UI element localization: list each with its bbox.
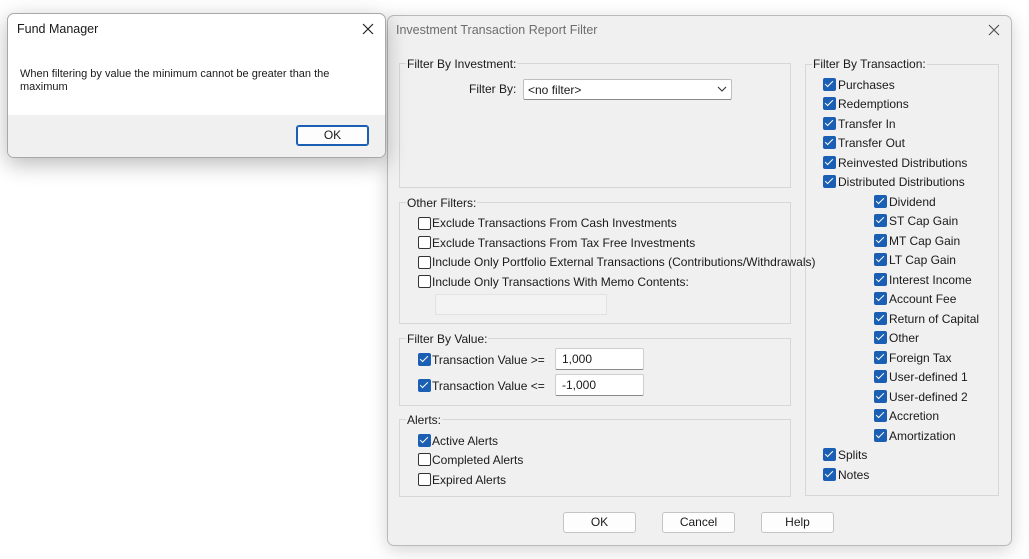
accretion-label: Accretion: [889, 409, 940, 423]
accretion-checkbox[interactable]: [874, 409, 887, 422]
account-fee-checkbox[interactable]: [874, 292, 887, 305]
message-box-close-button[interactable]: [357, 18, 379, 40]
interest-income-label: Interest Income: [889, 273, 972, 287]
return-of-capital-checkbox[interactable]: [874, 312, 887, 325]
expired-alerts-checkbox[interactable]: [418, 473, 431, 486]
redemptions-checkbox[interactable]: [823, 97, 836, 110]
chevron-down-icon: [717, 86, 727, 92]
completed-alerts-label: Completed Alerts: [432, 453, 524, 467]
memo-contents-label: Include Only Transactions With Memo Cont…: [432, 275, 689, 289]
purchases-checkbox[interactable]: [823, 78, 836, 91]
lt-cap-gain-label: LT Cap Gain: [889, 253, 956, 267]
transfer-in-checkbox[interactable]: [823, 117, 836, 130]
cancel-button[interactable]: Cancel: [662, 512, 735, 533]
dividend-checkbox[interactable]: [874, 195, 887, 208]
filter-by-investment-label: Filter By Investment:: [406, 57, 518, 71]
account-fee-label: Account Fee: [889, 292, 957, 306]
notes-label: Notes: [838, 468, 870, 482]
splits-checkbox[interactable]: [823, 448, 836, 461]
exclude-tax-free-checkbox[interactable]: [418, 236, 431, 249]
alerts-label: Alerts:: [406, 413, 443, 427]
st-cap-gain-label: ST Cap Gain: [889, 214, 959, 228]
distributed-distributions-label: Distributed Distributions: [838, 175, 965, 189]
filter-by-value-label: Filter By Value:: [406, 332, 489, 346]
reinvested-distributions-checkbox[interactable]: [823, 156, 836, 169]
filter-by-label: Filter By:: [469, 82, 517, 96]
filter-by-transaction-label: Filter By Transaction:: [812, 57, 927, 71]
amortization-checkbox[interactable]: [874, 429, 887, 442]
other-label: Other: [889, 331, 920, 345]
memo-contents-field[interactable]: [435, 294, 607, 315]
exclude-tax-free-label: Exclude Transactions From Tax Free Inves…: [432, 236, 696, 250]
user-defined-2-label: User-defined 2: [889, 390, 968, 404]
ok-button[interactable]: OK: [563, 512, 636, 533]
max-value-checkbox[interactable]: [418, 379, 431, 392]
message-ok-button[interactable]: OK: [296, 125, 369, 146]
user-defined-1-label: User-defined 1: [889, 370, 968, 384]
lt-cap-gain-checkbox[interactable]: [874, 253, 887, 266]
user-defined-1-checkbox[interactable]: [874, 370, 887, 383]
splits-label: Splits: [838, 448, 868, 462]
other-checkbox[interactable]: [874, 331, 887, 344]
external-transactions-checkbox[interactable]: [418, 256, 431, 269]
min-value-label: Transaction Value >=: [432, 353, 545, 367]
transfer-out-checkbox[interactable]: [823, 136, 836, 149]
notes-checkbox[interactable]: [823, 468, 836, 481]
external-transactions-label: Include Only Portfolio External Transact…: [432, 255, 816, 269]
return-of-capital-label: Return of Capital: [889, 312, 980, 326]
st-cap-gain-checkbox[interactable]: [874, 214, 887, 227]
amortization-label: Amortization: [889, 429, 956, 443]
purchases-label: Purchases: [838, 78, 895, 92]
foreign-tax-checkbox[interactable]: [874, 351, 887, 364]
redemptions-label: Redemptions: [838, 97, 909, 111]
report-filter-dialog: Investment Transaction Report Filter Fil…: [387, 15, 1012, 546]
close-icon: [988, 24, 1000, 36]
dialog-close-button[interactable]: [983, 19, 1005, 41]
other-filters-label: Other Filters:: [406, 196, 478, 210]
foreign-tax-label: Foreign Tax: [889, 351, 952, 365]
filter-by-select-value: <no filter>: [528, 83, 582, 97]
completed-alerts-checkbox[interactable]: [418, 453, 431, 466]
max-value-input[interactable]: -1,000: [555, 374, 644, 396]
dividend-label: Dividend: [889, 195, 936, 209]
exclude-cash-checkbox[interactable]: [418, 217, 431, 230]
message-box-text: When filtering by value the minimum cann…: [20, 68, 330, 93]
help-button[interactable]: Help: [761, 512, 834, 533]
transfer-in-label: Transfer In: [838, 117, 896, 131]
filter-by-select[interactable]: <no filter>: [523, 79, 732, 100]
user-defined-2-checkbox[interactable]: [874, 390, 887, 403]
expired-alerts-label: Expired Alerts: [432, 473, 507, 487]
reinvested-distributions-label: Reinvested Distributions: [838, 156, 968, 170]
active-alerts-label: Active Alerts: [432, 434, 499, 448]
max-value-label: Transaction Value <=: [432, 379, 545, 393]
memo-contents-checkbox[interactable]: [418, 275, 431, 288]
close-icon: [362, 23, 374, 35]
interest-income-checkbox[interactable]: [874, 273, 887, 286]
dialog-title: Investment Transaction Report Filter: [396, 23, 598, 37]
distributed-distributions-checkbox[interactable]: [823, 175, 836, 188]
message-box-footer: OK: [8, 115, 385, 157]
mt-cap-gain-checkbox[interactable]: [874, 234, 887, 247]
message-box-title: Fund Manager: [17, 22, 99, 36]
active-alerts-checkbox[interactable]: [418, 434, 431, 447]
transfer-out-label: Transfer Out: [838, 136, 905, 150]
exclude-cash-label: Exclude Transactions From Cash Investmen…: [432, 216, 677, 230]
min-value-checkbox[interactable]: [418, 353, 431, 366]
fund-manager-message-box: Fund Manager When filtering by value the…: [7, 13, 386, 158]
mt-cap-gain-label: MT Cap Gain: [889, 234, 961, 248]
min-value-input[interactable]: 1,000: [555, 348, 644, 370]
